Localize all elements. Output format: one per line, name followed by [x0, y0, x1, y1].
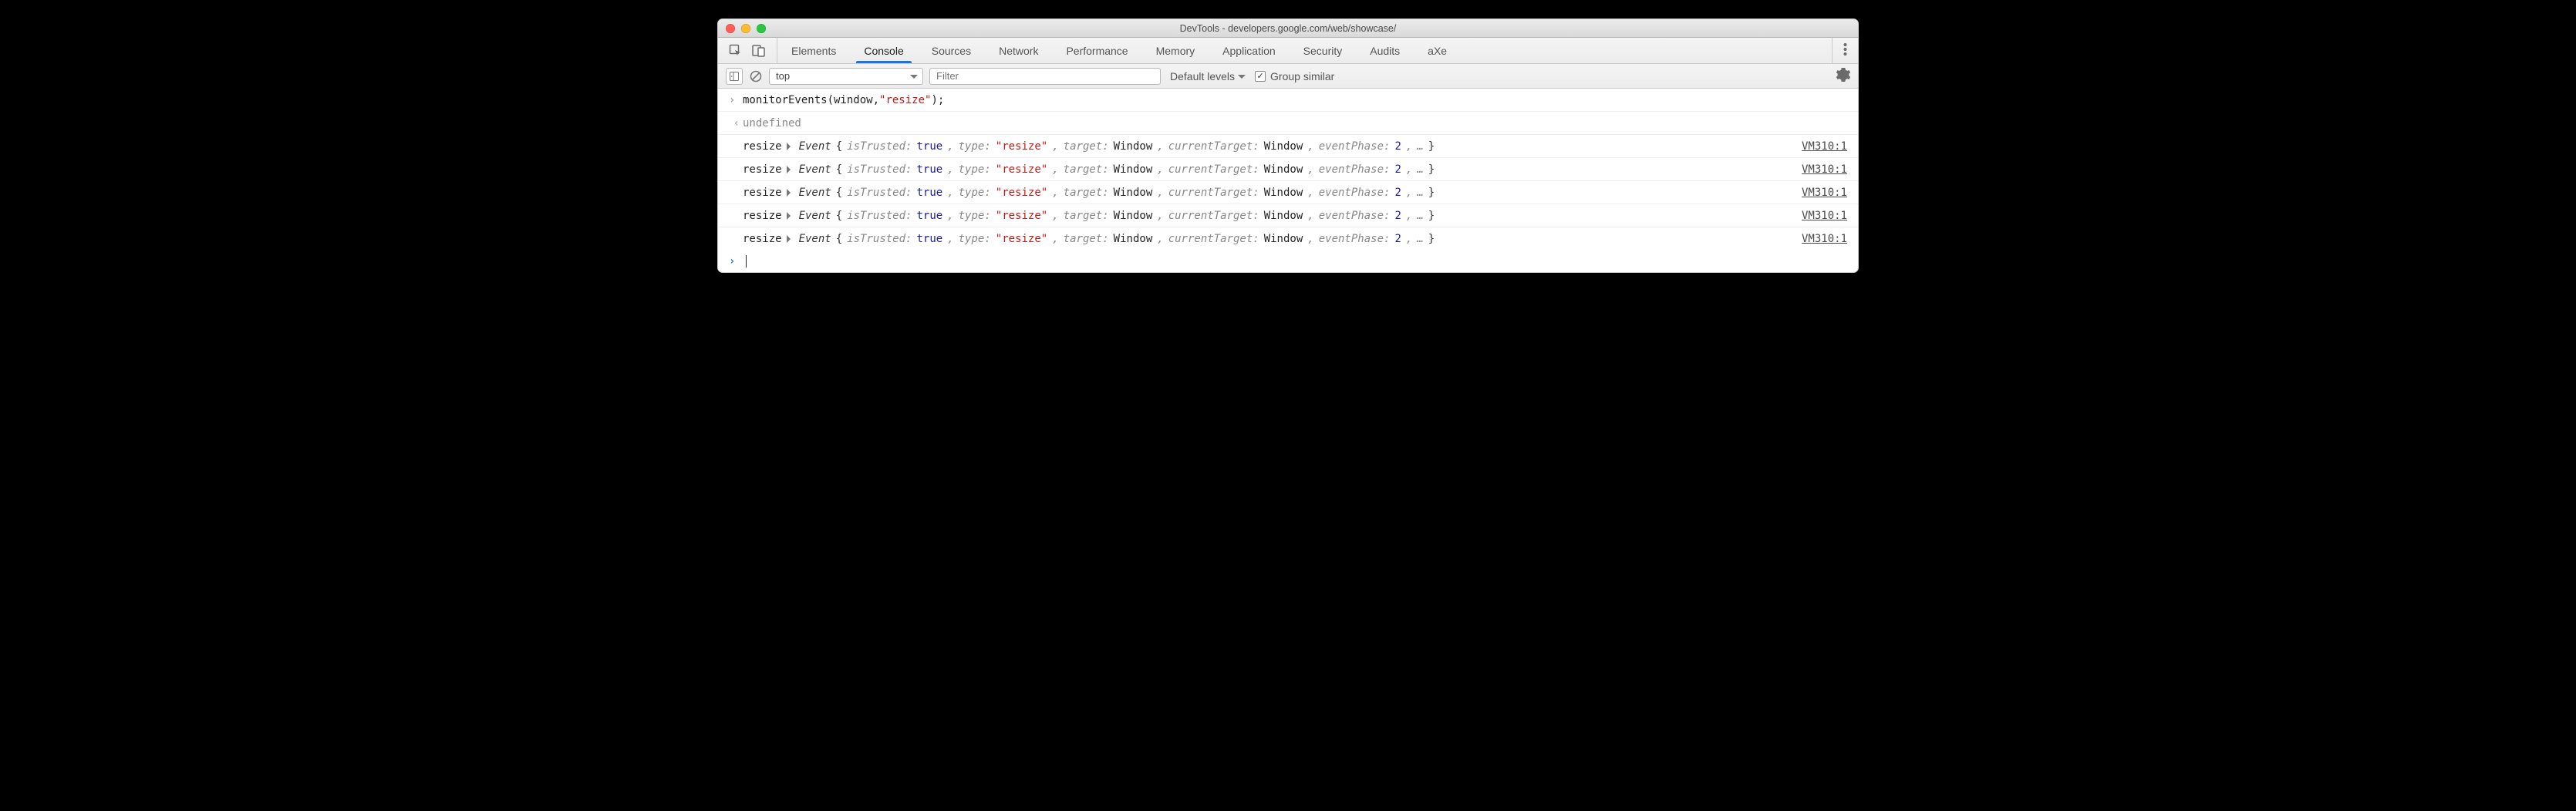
text-cursor-icon: [746, 255, 747, 268]
tab-network[interactable]: Network: [985, 38, 1052, 63]
console-log-event: resizeEvent {isTrusted: true, type: "res…: [718, 158, 1858, 181]
close-window-button[interactable]: [726, 24, 735, 33]
object-constructor: Event: [799, 140, 831, 153]
tab-security[interactable]: Security: [1290, 38, 1357, 63]
tab-label: Network: [999, 45, 1038, 57]
log-level-value: Default levels: [1170, 70, 1235, 82]
prompt-chevron-icon: ›: [729, 255, 740, 268]
tab-label: Memory: [1156, 45, 1195, 57]
console-messages: › monitorEvents(window, "resize"); › und…: [718, 89, 1858, 272]
minimize-window-button[interactable]: [741, 24, 750, 33]
group-similar-toggle[interactable]: ✓ Group similar: [1255, 70, 1334, 82]
tab-label: aXe: [1428, 45, 1447, 57]
code-pre: monitorEvents(window,: [743, 94, 879, 106]
console-prompt[interactable]: ›: [718, 251, 1858, 272]
return-value: undefined: [743, 117, 801, 130]
checkbox-checked-icon: ✓: [1255, 71, 1266, 82]
object-constructor: Event: [799, 163, 831, 176]
tab-label: Sources: [932, 45, 971, 57]
tab-sources[interactable]: Sources: [918, 38, 985, 63]
message-source-link[interactable]: VM310:1: [1802, 163, 1847, 176]
tab-application[interactable]: Application: [1209, 38, 1290, 63]
inspect-icon[interactable]: [729, 44, 743, 58]
expand-object-icon[interactable]: [787, 235, 794, 243]
window-title: DevTools - developers.google.com/web/sho…: [718, 23, 1858, 34]
traffic-lights: [726, 24, 766, 33]
more-options-icon[interactable]: [1843, 42, 1847, 59]
message-source-link[interactable]: VM310:1: [1802, 210, 1847, 222]
console-filter-input[interactable]: [929, 68, 1161, 85]
panel-tabs: Elements Console Sources Network Performance…: [777, 38, 1832, 63]
console-return-value: › undefined: [718, 112, 1858, 135]
message-source-link[interactable]: VM310:1: [1802, 233, 1847, 245]
show-console-sidebar-button[interactable]: [726, 68, 743, 85]
tab-label: Performance: [1066, 45, 1128, 57]
console-log-event: resizeEvent {isTrusted: true, type: "res…: [718, 204, 1858, 227]
console-input-echo: › monitorEvents(window, "resize");: [718, 89, 1858, 112]
console-log-event: resizeEvent {isTrusted: true, type: "res…: [718, 181, 1858, 204]
console-toolbar: top Default levels ✓ Group similar: [718, 64, 1858, 89]
message-source-link[interactable]: VM310:1: [1802, 140, 1847, 153]
expand-object-icon[interactable]: [787, 143, 794, 150]
object-constructor: Event: [799, 233, 831, 245]
output-chevron-icon: ›: [729, 117, 740, 130]
tab-console[interactable]: Console: [850, 38, 917, 63]
event-label: resize: [743, 163, 782, 176]
tab-elements[interactable]: Elements: [777, 38, 850, 63]
code-post: );: [931, 94, 944, 106]
tab-label: Audits: [1370, 45, 1400, 57]
maximize-window-button[interactable]: [757, 24, 766, 33]
tab-performance[interactable]: Performance: [1052, 38, 1141, 63]
log-level-selector[interactable]: Default levels: [1167, 70, 1249, 82]
clear-console-button[interactable]: [749, 69, 763, 83]
code-string: "resize": [879, 94, 931, 106]
tab-label: Console: [864, 45, 903, 57]
devtools-window: DevTools - developers.google.com/web/sho…: [717, 19, 1859, 273]
console-log-event: resizeEvent {isTrusted: true, type: "res…: [718, 135, 1858, 158]
console-settings-icon[interactable]: [1836, 68, 1850, 84]
console-log-event: resizeEvent {isTrusted: true, type: "res…: [718, 227, 1858, 251]
expand-object-icon[interactable]: [787, 189, 794, 197]
tab-axe[interactable]: aXe: [1414, 38, 1461, 63]
group-similar-label: Group similar: [1270, 70, 1334, 82]
execution-context-value: top: [776, 70, 790, 82]
object-constructor: Event: [799, 187, 831, 199]
event-label: resize: [743, 187, 782, 199]
expand-object-icon[interactable]: [787, 212, 794, 220]
window-titlebar: DevTools - developers.google.com/web/sho…: [718, 19, 1858, 38]
input-chevron-icon: ›: [729, 94, 740, 106]
tab-audits[interactable]: Audits: [1356, 38, 1414, 63]
tab-memory[interactable]: Memory: [1142, 38, 1209, 63]
event-label: resize: [743, 233, 782, 245]
message-source-link[interactable]: VM310:1: [1802, 187, 1847, 199]
event-label: resize: [743, 210, 782, 222]
main-toolbar: Elements Console Sources Network Performance…: [718, 38, 1858, 64]
tab-label: Security: [1303, 45, 1343, 57]
execution-context-selector[interactable]: top: [769, 68, 923, 85]
tab-label: Application: [1222, 45, 1276, 57]
device-toggle-icon[interactable]: [752, 44, 766, 58]
object-constructor: Event: [799, 210, 831, 222]
expand-object-icon[interactable]: [787, 166, 794, 173]
tab-label: Elements: [791, 45, 836, 57]
event-label: resize: [743, 140, 782, 153]
